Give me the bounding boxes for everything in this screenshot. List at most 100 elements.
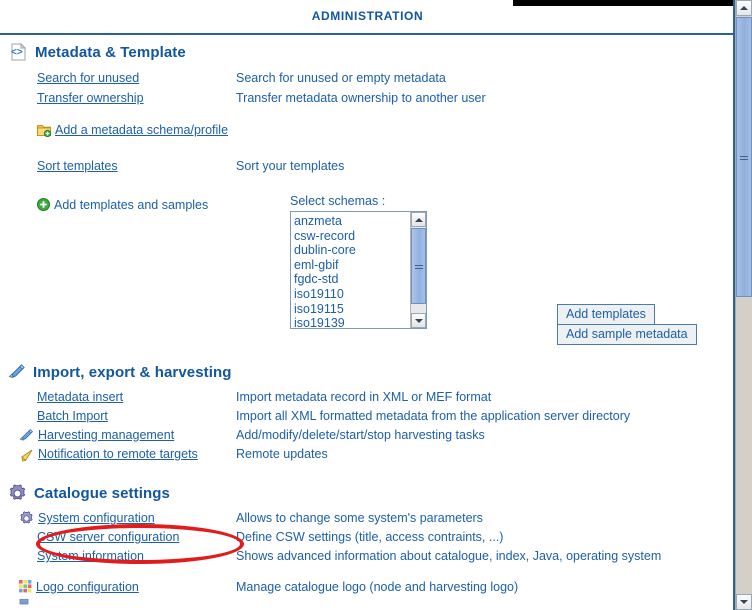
window-scroll-up-button[interactable] (736, 0, 752, 16)
schemas-option[interactable]: iso19139 (294, 316, 426, 328)
link-system-information[interactable]: System information (37, 547, 144, 565)
megaphone-icon (19, 448, 34, 463)
link-logo-configuration[interactable]: Logo configuration (36, 578, 139, 596)
schemas-scrollbar[interactable] (410, 212, 426, 328)
scroll-up-button[interactable] (411, 212, 426, 227)
row-sort-templates: Sort templates Sort your templates (0, 157, 735, 175)
section-title: Import, export & harvesting (33, 363, 232, 381)
row-label: Add templates and samples (0, 196, 236, 214)
chevron-down-icon (414, 318, 423, 323)
grip-icon (740, 154, 748, 160)
grip-icon (414, 263, 423, 269)
schemas-option[interactable]: dublin-core (294, 243, 426, 258)
row-search-for-unused: Search for unused Search for unused or e… (0, 69, 735, 87)
row-label: Logo configuration (0, 578, 236, 596)
row-label: System information (0, 547, 236, 565)
link-csw-server-configuration[interactable]: CSW server configuration (37, 528, 179, 546)
row-description: Search for unused or empty metadata (236, 71, 446, 85)
row-transfer-ownership: Transfer ownership Transfer metadata own… (0, 89, 735, 107)
page-title: ADMINISTRATION (311, 9, 424, 23)
svg-text:<>: <> (11, 47, 23, 58)
page-content: ADMINISTRATION <> Metadata & Template Se… (0, 0, 735, 610)
section-import-export-harvesting: Import, export & harvesting Metadata ins… (0, 363, 735, 463)
row-label: Search for unused (0, 69, 236, 87)
link-add-metadata-schema[interactable]: Add a metadata schema/profile (55, 121, 228, 139)
row-metadata-insert: Metadata insert Import metadata record i… (0, 388, 735, 406)
title-divider (0, 33, 735, 35)
partial-icon (19, 598, 31, 607)
row-description: Import metadata record in XML or MEF for… (236, 390, 492, 404)
row-notification-remote-targets: Notification to remote targets Remote up… (0, 445, 735, 463)
chevron-up-icon (414, 217, 423, 222)
window-scrollbar-thumb[interactable] (736, 17, 752, 297)
pen-icon (8, 363, 26, 381)
mosaic-icon (19, 580, 32, 593)
link-batch-import[interactable]: Batch Import (37, 407, 108, 425)
row-harvesting-management: Harvesting management Add/modify/delete/… (0, 426, 735, 444)
row-label: Harvesting management (0, 426, 236, 444)
row-description: Remote updates (236, 447, 328, 461)
schemas-option[interactable]: iso19110 (294, 287, 426, 302)
link-notification-remote-targets[interactable]: Notification to remote targets (38, 445, 198, 463)
section-header-metadata-template: <> Metadata & Template (0, 42, 735, 62)
schemas-listbox[interactable]: anzmeta csw-record dublin-core eml-gbif … (290, 211, 427, 329)
row-description: Add/modify/delete/start/stop harvesting … (236, 428, 485, 442)
link-harvesting-management[interactable]: Harvesting management (38, 426, 174, 444)
schemas-option[interactable]: iso19115 (294, 302, 426, 317)
window-scrollbar[interactable] (735, 0, 752, 610)
row-description: Define CSW settings (title, access contr… (236, 530, 504, 544)
row-description: Transfer metadata ownership to another u… (236, 91, 486, 105)
row-label (0, 598, 236, 607)
schemas-option[interactable]: csw-record (294, 229, 426, 244)
link-sort-templates[interactable]: Sort templates (37, 157, 118, 175)
schemas-label: Select schemas : (290, 194, 386, 208)
schemas-option[interactable]: fgdc-std (294, 272, 426, 287)
xml-document-icon: <> (8, 42, 28, 62)
schemas-option[interactable]: eml-gbif (294, 258, 426, 273)
row-label: Sort templates (0, 157, 236, 175)
row-csw-server-configuration: CSW server configuration Define CSW sett… (0, 528, 735, 546)
row-description: Manage catalogue logo (node and harvesti… (236, 580, 519, 594)
schemas-option[interactable]: anzmeta (294, 214, 426, 229)
row-label: System configuration (0, 509, 236, 527)
row-description: Import all XML formatted metadata from t… (236, 409, 631, 423)
row-label: Transfer ownership (0, 89, 236, 107)
link-transfer-ownership[interactable]: Transfer ownership (37, 89, 144, 107)
link-system-configuration[interactable]: System configuration (38, 509, 155, 527)
row-system-information: System information Shows advanced inform… (0, 547, 735, 565)
row-label: CSW server configuration (0, 528, 236, 546)
row-label: Notification to remote targets (0, 445, 236, 463)
schemas-option-list[interactable]: anzmeta csw-record dublin-core eml-gbif … (291, 212, 426, 328)
section-title: Catalogue settings (34, 485, 170, 502)
section-header-import-export-harvesting: Import, export & harvesting (0, 363, 735, 381)
green-plus-icon (37, 198, 50, 211)
row-label: Batch Import (0, 407, 236, 425)
admin-page: ADMINISTRATION <> Metadata & Template Se… (0, 0, 752, 610)
scroll-down-button[interactable] (411, 313, 426, 328)
row-description: Allows to change some system's parameter… (236, 511, 483, 525)
chevron-up-icon (740, 6, 748, 10)
link-metadata-insert[interactable]: Metadata insert (37, 388, 123, 406)
row-label: Metadata insert (0, 388, 236, 406)
section-catalogue-settings: Catalogue settings System configuration … (0, 484, 735, 607)
scrollbar-thumb[interactable] (411, 228, 426, 304)
label-add-templates-and-samples: Add templates and samples (54, 198, 209, 212)
window-scroll-down-button[interactable] (736, 594, 752, 610)
row-description: Shows advanced information about catalog… (236, 549, 662, 563)
section-header-catalogue-settings: Catalogue settings (0, 484, 735, 503)
schemas-block: Select schemas : anzmeta csw-record dubl… (290, 194, 427, 329)
add-templates-button[interactable]: Add templates (557, 304, 655, 325)
chevron-down-icon (740, 600, 748, 604)
row-batch-import: Batch Import Import all XML formatted me… (0, 407, 735, 425)
section-title: Metadata & Template (35, 43, 186, 61)
gear-small-icon (19, 511, 34, 526)
row-label: Add a metadata schema/profile (0, 121, 236, 139)
link-search-for-unused[interactable]: Search for unused (37, 69, 139, 87)
row-system-configuration: System configuration Allows to change so… (0, 509, 735, 527)
folder-add-icon (37, 123, 52, 138)
add-sample-metadata-button[interactable]: Add sample metadata (557, 324, 697, 345)
row-partial-next (0, 598, 735, 607)
row-add-metadata-schema: Add a metadata schema/profile (0, 121, 735, 139)
row-description: Sort your templates (236, 159, 345, 173)
row-logo-configuration: Logo configuration Manage catalogue logo… (0, 578, 735, 596)
